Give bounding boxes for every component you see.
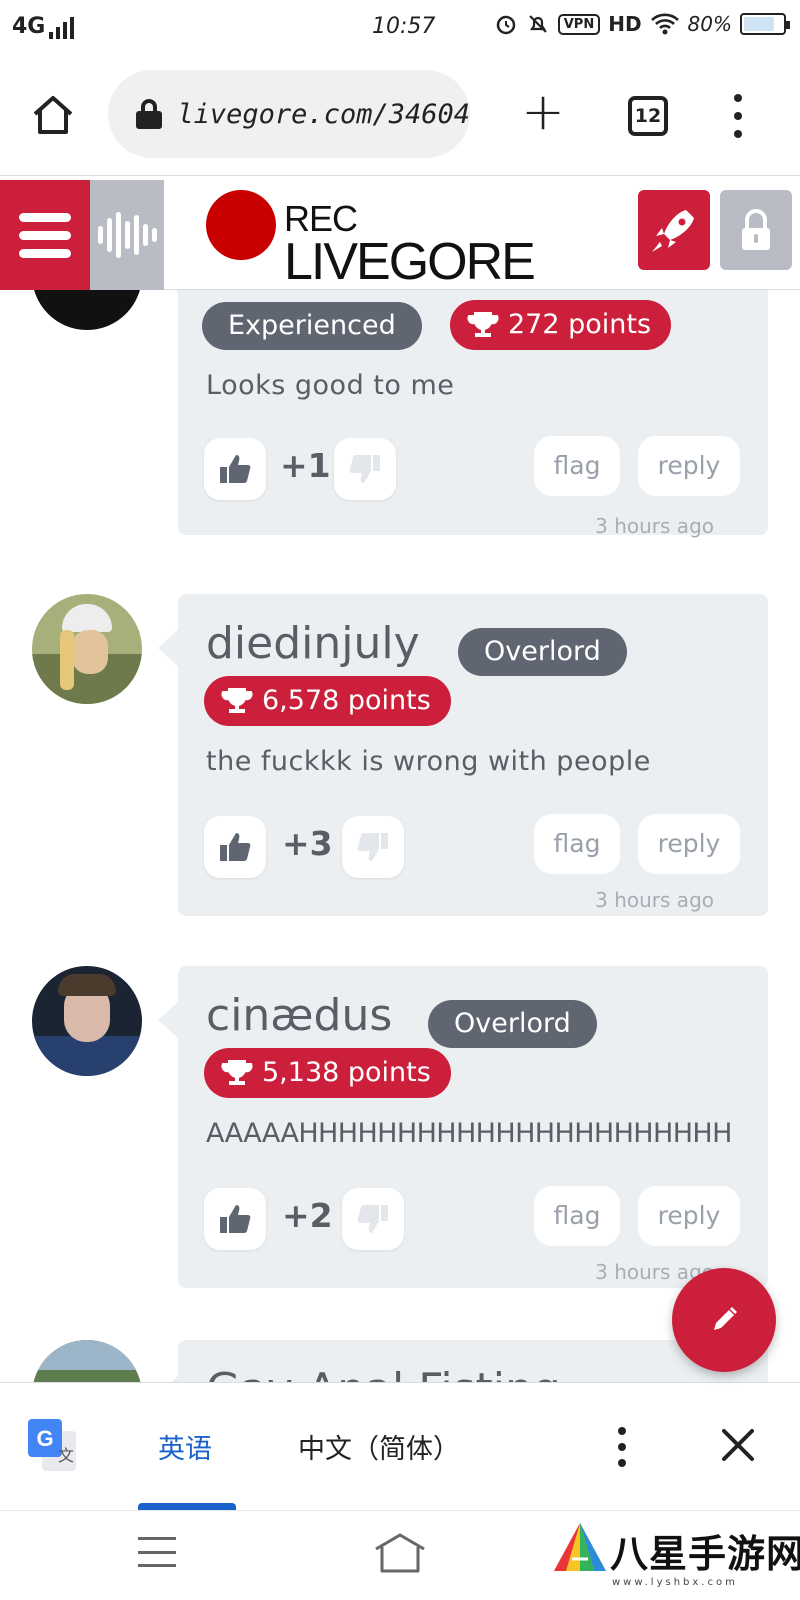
- tab-target-language[interactable]: 中文（简体）: [298, 1427, 460, 1466]
- watermark-text: 八星手游网: [610, 1532, 800, 1576]
- new-tab-button[interactable]: +: [520, 86, 566, 138]
- more-options-icon[interactable]: [616, 1427, 628, 1467]
- comment-text: the fuckkk is wrong with people: [206, 746, 651, 777]
- rocket-icon: [652, 210, 694, 252]
- comments-section: wantmeatwantblood Experienced 272 points…: [0, 290, 800, 1382]
- home-nav-icon[interactable]: [370, 1531, 430, 1575]
- comment-text: Looks good to me: [206, 370, 455, 401]
- points-badge: 5,138 points: [204, 1048, 451, 1098]
- status-icons: VPN HD 80%: [494, 12, 790, 36]
- site-logo[interactable]: REC LIVEGORE: [206, 184, 536, 291]
- audio-wave-icon[interactable]: [90, 180, 164, 290]
- trophy-icon: [221, 688, 253, 713]
- google-translate-icon: G文: [28, 1419, 76, 1471]
- vote-count: +3: [282, 824, 333, 863]
- avatar[interactable]: [32, 594, 142, 704]
- tab-switcher-button[interactable]: 12: [628, 96, 668, 136]
- comment-card: wantmeatwantblood Experienced 272 points…: [158, 290, 768, 538]
- comment-timestamp: 3 hours ago: [595, 888, 714, 912]
- padlock-icon: [742, 209, 770, 250]
- rank-badge: Experienced: [202, 302, 422, 350]
- thumbs-up-icon: [220, 833, 251, 861]
- points-badge: 6,578 points: [204, 676, 451, 726]
- comment-timestamp: 3 hours ago: [595, 514, 714, 538]
- rank-badge: Overlord: [428, 1000, 597, 1048]
- comment-card: diedinjuly Overlord 6,578 points the fuc…: [158, 594, 768, 916]
- trophy-icon: [467, 312, 499, 337]
- compose-button[interactable]: [672, 1268, 776, 1372]
- comment-username[interactable]: cinædus: [206, 990, 392, 1041]
- upvote-button[interactable]: [204, 438, 266, 500]
- trophy-icon: [221, 1060, 253, 1085]
- flag-button[interactable]: flag: [534, 436, 620, 496]
- thumbs-down-icon: [349, 455, 380, 483]
- tab-source-language[interactable]: 英语: [158, 1427, 212, 1466]
- pencil-icon: [714, 1307, 737, 1330]
- thumbs-down-icon: [357, 833, 388, 861]
- thumbs-up-icon: [220, 1205, 251, 1233]
- downvote-button[interactable]: [342, 1188, 404, 1250]
- recent-apps-icon[interactable]: [138, 1537, 176, 1567]
- login-button[interactable]: [720, 190, 792, 270]
- flag-button[interactable]: flag: [534, 1186, 620, 1246]
- watermark: 八星手游网 www.lyshbx.com: [552, 1511, 800, 1600]
- upvote-button[interactable]: [204, 1188, 266, 1250]
- comment-username[interactable]: Gay Anal Fisting: [206, 1364, 561, 1382]
- battery-percent: 80%: [687, 12, 732, 36]
- alarm-icon: [496, 15, 515, 35]
- thumbs-down-icon: [357, 1205, 388, 1233]
- avatar[interactable]: [32, 966, 142, 1076]
- rec-dot-icon: [206, 190, 276, 260]
- avatar[interactable]: [32, 1340, 142, 1382]
- reply-button[interactable]: reply: [638, 814, 740, 874]
- flag-button[interactable]: flag: [534, 814, 620, 874]
- upvote-button[interactable]: [204, 816, 266, 878]
- wifi-icon: [650, 13, 679, 35]
- watermark-logo-icon: [554, 1523, 606, 1571]
- points-text: 5,138 points: [262, 1057, 431, 1088]
- site-header: REC LIVEGORE: [0, 180, 800, 291]
- hd-indicator: HD: [608, 12, 642, 36]
- downvote-button[interactable]: [342, 816, 404, 878]
- signal-icon: [49, 17, 75, 39]
- rocket-button[interactable]: [638, 190, 710, 270]
- avatar[interactable]: [32, 290, 142, 330]
- translate-bar: G文 英语 中文（简体）: [0, 1382, 800, 1511]
- svg-text:文: 文: [58, 1446, 74, 1465]
- hamburger-menu-button[interactable]: [0, 180, 90, 290]
- browser-toolbar: livegore.com/34604 + 12: [0, 56, 800, 176]
- vote-count: +2: [282, 1196, 333, 1235]
- comment-text: AAAAAHHHHHHHHHHHHHHHHHHHHHH: [206, 1118, 732, 1149]
- battery-icon: [740, 13, 790, 35]
- reply-button[interactable]: reply: [638, 1186, 740, 1246]
- vote-count: +1: [280, 446, 331, 485]
- thumbs-up-icon: [220, 455, 251, 483]
- points-badge: 272 points: [450, 300, 672, 350]
- points-text: 6,578 points: [262, 685, 431, 716]
- comment-username[interactable]: diedinjuly: [206, 618, 420, 669]
- lock-icon: [136, 99, 162, 129]
- svg-text:G: G: [36, 1426, 53, 1451]
- mute-icon: [528, 15, 547, 33]
- vpn-badge: VPN: [557, 13, 601, 35]
- status-bar: 4G 10:57 VPN HD 80%: [0, 0, 800, 56]
- reply-button[interactable]: reply: [638, 436, 740, 496]
- url-text: livegore.com/34604: [177, 98, 470, 130]
- network-indicator: 4G: [12, 14, 75, 39]
- home-icon[interactable]: [30, 92, 76, 138]
- watermark-url: www.lyshbx.com: [612, 1577, 738, 1588]
- network-type: 4G: [12, 14, 46, 39]
- rank-badge: Overlord: [458, 628, 627, 676]
- close-icon[interactable]: [716, 1423, 760, 1467]
- points-text: 272 points: [508, 309, 652, 340]
- logo-title: LIVEGORE: [284, 233, 536, 291]
- clock: 10:57: [372, 14, 436, 39]
- browser-menu-icon[interactable]: [728, 94, 748, 138]
- comment-card: cinædus Overlord 5,138 points AAAAAHHHHH…: [158, 966, 768, 1288]
- downvote-button[interactable]: [334, 438, 396, 500]
- system-nav-bar: 八星手游网 www.lyshbx.com: [0, 1510, 800, 1600]
- address-bar[interactable]: livegore.com/34604: [108, 70, 470, 158]
